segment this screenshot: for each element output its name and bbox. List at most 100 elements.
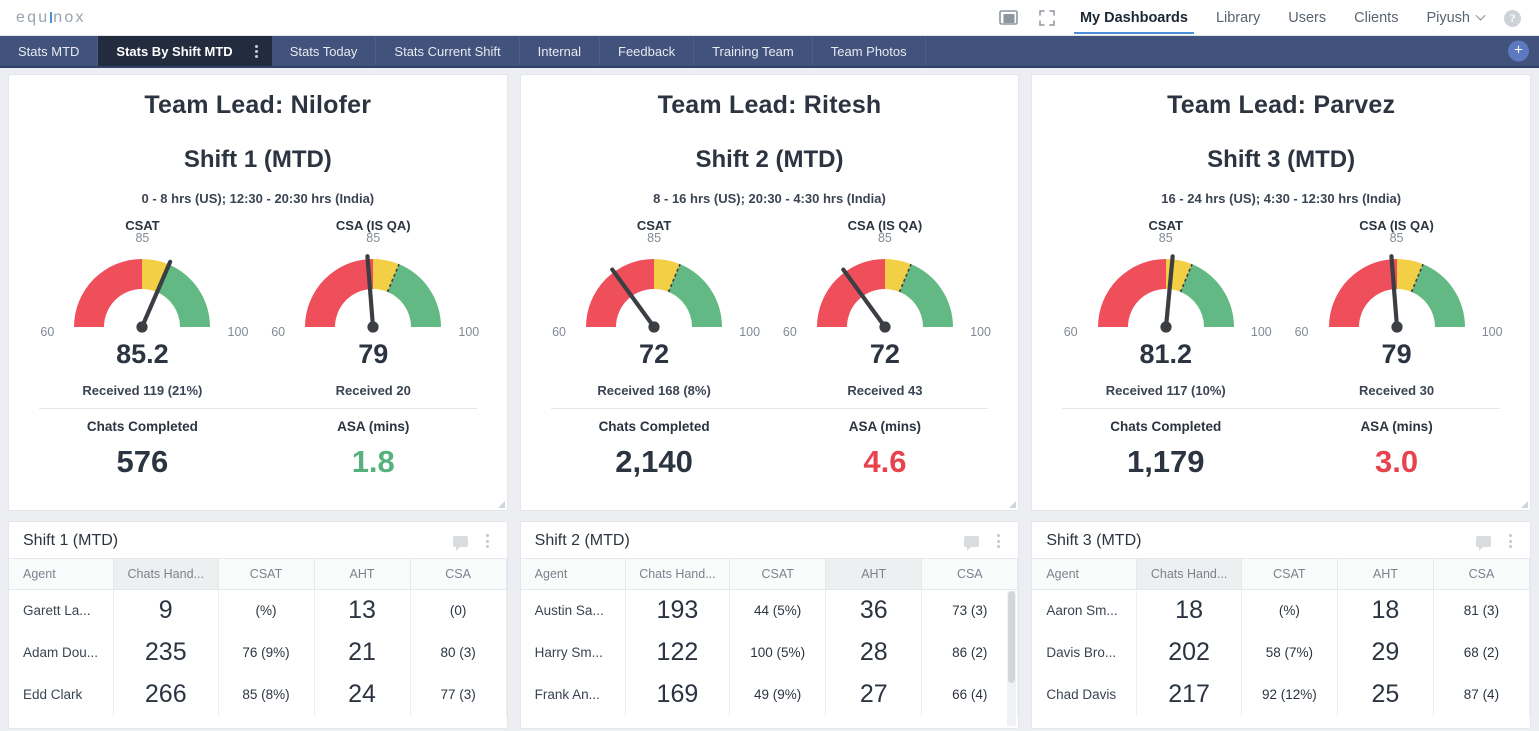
column-header[interactable]: Chats Hand... [113,558,219,590]
column-header[interactable]: CSAT [729,558,827,590]
tab-team-photos[interactable]: Team Photos [813,36,926,66]
kpi-value: 3.0 [1375,444,1419,479]
cell-chats-handled: 235 [113,631,219,674]
column-header[interactable]: Agent [1032,558,1138,590]
column-header[interactable]: CSA [1433,558,1530,590]
tab-stats-today[interactable]: Stats Today [272,36,377,66]
nav-my-dashboards[interactable]: My Dashboards [1066,0,1202,36]
column-header[interactable]: AHT [1337,558,1434,590]
table-row[interactable]: Garett La... 9 (%) 13 (0) [9,589,507,632]
dashboard-column-3: Team Lead: Parvez Shift 3 (MTD) 16 - 24 hr… [1031,74,1531,729]
column-header[interactable]: Chats Hand... [1136,558,1242,590]
gauge-received: Received 30 [1358,383,1435,398]
gauge-tick-max: 100 [1481,325,1503,339]
cell-csat: 58 (7%) [1241,631,1338,674]
cell-csa: 77 (3) [410,673,507,716]
tab-stats-mtd[interactable]: Stats MTD [0,36,99,66]
table-row[interactable]: Chad Davis 217 92 (12%) 25 87 (4) [1032,673,1530,716]
column-header[interactable]: CSA [921,558,1019,590]
cell-csat: 44 (5%) [729,589,827,632]
gauge-tick-min: 60 [552,325,566,339]
column-header[interactable]: AHT [314,558,411,590]
column-header[interactable]: Agent [520,558,626,590]
team-lead-title: Team Lead: Nilofer [144,91,372,119]
column-header[interactable]: CSA [410,558,507,590]
table-row[interactable]: Adam Dou... 235 76 (9%) 21 80 (3) [9,631,507,674]
widget-menu-icon[interactable] [995,532,1002,550]
dashboard-tab-bar: Stats MTD Stats By Shift MTD Stats Today St… [0,36,1539,68]
add-dashboard-button[interactable]: + [1508,40,1529,62]
cell-agent: Frank An... [520,673,626,716]
kpi: Chats Completed 576 [27,419,258,480]
gauge-tick-target: 85 [647,231,662,245]
gauge-tick-max: 100 [739,325,761,339]
fullscreen-icon[interactable] [1028,0,1066,36]
table-row[interactable]: Frank An... 169 49 (9%) 27 66 (4) [520,673,1019,716]
tab-label: Internal [537,43,581,59]
nav-my-dashboards-label: My Dashboards [1079,10,1188,26]
table-header-row: Agent Chats Hand... CSAT AHT CSA [9,558,507,590]
widget-resize-handle[interactable] [1520,501,1528,508]
dashboard-grid: Team Lead: Nilofer Shift 1 (MTD) 0 - 8 hrs… [0,68,1539,729]
shift-agent-table-widget: Shift 3 (MTD) Agent Chats Hand... CSAT AHT CS… [1031,521,1531,729]
tab-stats-current-shift[interactable]: Stats Current Shift [376,36,520,66]
nav-library[interactable]: Library [1202,0,1274,36]
column-header[interactable]: Chats Hand... [625,558,731,590]
widget-resize-handle[interactable] [497,501,505,508]
cell-chats-handled: 169 [625,673,731,716]
cell-chats-handled: 202 [1136,631,1242,674]
cell-aht: 28 [825,631,923,674]
section-divider [1062,408,1500,409]
gauge-tick-min: 60 [1063,325,1078,339]
gauge-value: 85.2 [116,339,169,369]
table-row[interactable]: Edd Clark 266 85 (8%) 24 77 (3) [9,673,507,716]
comment-icon[interactable] [964,535,980,551]
widget-resize-handle[interactable] [1009,501,1017,508]
tab-feedback[interactable]: Feedback [600,36,695,66]
tab-menu-icon[interactable] [249,43,264,60]
cell-chats-handled: 122 [625,631,731,674]
cell-aht: 21 [314,631,411,674]
table-row[interactable]: Austin Sa... 193 44 (5%) 36 73 (3) [520,589,1019,632]
gauge-cell: CSAT 85 60 100 81.2 Received 117 (10%) [1050,218,1281,398]
column-header[interactable]: CSAT [218,558,315,590]
column-header[interactable]: CSAT [1241,558,1338,590]
table-row[interactable]: Aaron Sm... 18 (%) 18 81 (3) [1032,589,1530,632]
widget-title: Shift 3 (MTD) [1046,532,1142,549]
scrollbar-thumb[interactable] [1008,591,1016,683]
team-lead-title: Team Lead: Parvez [1167,91,1396,119]
comment-icon[interactable] [1475,535,1491,551]
comment-icon[interactable] [452,535,468,551]
column-header[interactable]: Agent [9,558,114,590]
table-header-row: Agent Chats Hand... CSAT AHT CSA [520,558,1019,590]
tab-training-team[interactable]: Training Team [694,36,813,66]
nav-users[interactable]: Users [1274,0,1340,36]
kpi-label: Chats Completed [598,419,710,434]
kpi-value: 1,179 [1126,444,1205,479]
column-header[interactable]: AHT [825,558,923,590]
shift-agent-table-widget: Shift 1 (MTD) Agent Chats Hand... CSAT AHT CS… [8,521,508,729]
gauge-cell: CSAT 85 60 100 72 Received 168 (8%) [539,218,770,398]
table-row[interactable]: Davis Bro... 202 58 (7%) 29 68 (2) [1032,631,1530,674]
kpi: Chats Completed 1,179 [1050,419,1281,480]
table-scroll-area: Agent Chats Hand... CSAT AHT CSA Aaron Sm... 1… [1032,558,1530,726]
table-row[interactable]: Harry Sm... 122 100 (5%) 28 86 (2) [520,631,1019,674]
widget-menu-icon[interactable] [484,532,491,550]
present-mode-icon[interactable] [990,0,1028,36]
widget-menu-icon[interactable] [1507,532,1514,550]
user-menu[interactable]: Piyush [1412,0,1498,36]
help-icon[interactable]: ? [1504,9,1521,27]
tab-internal[interactable]: Internal [520,36,600,66]
widget-header: Shift 2 (MTD) [521,522,1019,558]
top-navigation: My Dashboards Library Users Clients Piyu… [990,0,1531,36]
nav-clients[interactable]: Clients [1340,0,1412,36]
tab-label: Stats Current Shift [394,43,501,59]
table-scrollbar[interactable] [1007,591,1017,726]
team-lead-title: Team Lead: Ritesh [657,91,882,119]
shift-summary-widget: Team Lead: Ritesh Shift 2 (MTD) 8 - 16 hrs… [519,74,1020,511]
cell-agent: Harry Sm... [520,631,626,674]
shift-hours: 0 - 8 hrs (US); 12:30 - 20:30 hrs (India… [141,191,375,206]
section-divider [550,408,989,409]
nav-users-label: Users [1288,10,1327,26]
tab-stats-by-shift-mtd[interactable]: Stats By Shift MTD [98,36,272,66]
